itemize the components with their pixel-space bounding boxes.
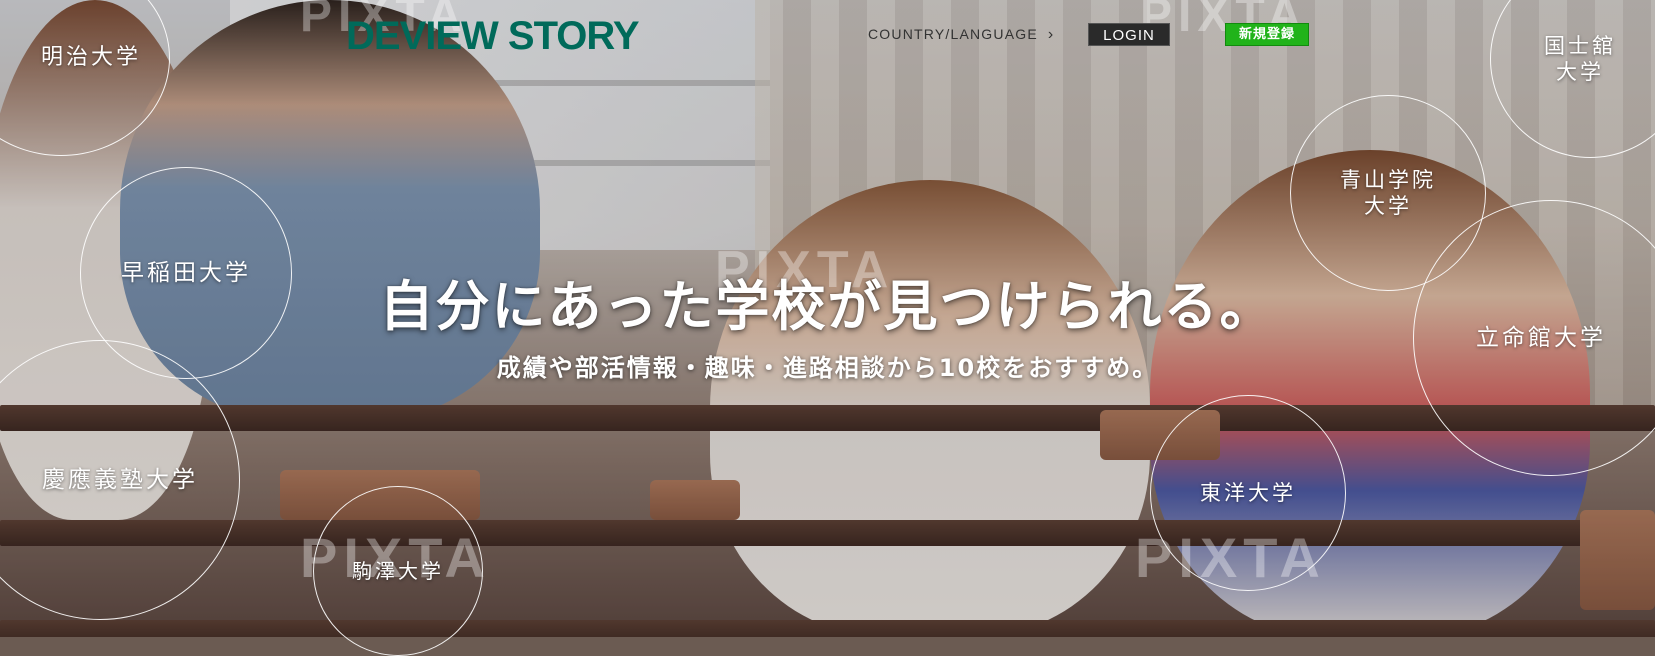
university-label: 東洋大学 xyxy=(1200,480,1296,505)
chevron-right-icon: › xyxy=(1047,26,1055,43)
university-circle-toyo[interactable]: 東洋大学 xyxy=(1150,395,1346,591)
university-label: 青山学院 大学 xyxy=(1340,167,1436,218)
university-circle-komazawa[interactable]: 駒澤大学 xyxy=(313,486,483,656)
country-language-label: COUNTRY/LANGUAGE xyxy=(868,26,1038,42)
country-language-selector[interactable]: COUNTRY/LANGUAGE › xyxy=(868,24,1054,44)
register-button[interactable]: 新規登録 xyxy=(1225,23,1309,46)
university-label: 明治大学 xyxy=(40,45,141,71)
university-label: 国士舘 大学 xyxy=(1544,33,1616,84)
university-label: 駒澤大学 xyxy=(352,558,444,583)
university-label: 慶應義塾大学 xyxy=(42,466,198,493)
university-label: 立命館大学 xyxy=(1476,324,1606,351)
login-button[interactable]: LOGIN xyxy=(1088,23,1170,46)
site-logo[interactable]: DEVIEW STORY xyxy=(346,14,660,58)
university-label: 早稲田大学 xyxy=(121,259,251,286)
